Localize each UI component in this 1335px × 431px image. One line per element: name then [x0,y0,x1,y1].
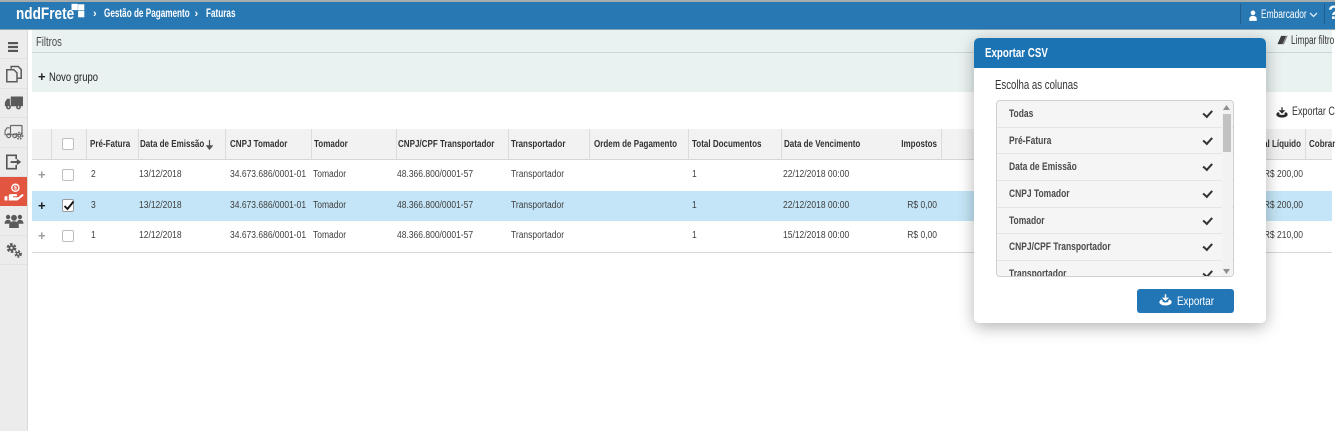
svg-text:$: $ [13,185,16,191]
